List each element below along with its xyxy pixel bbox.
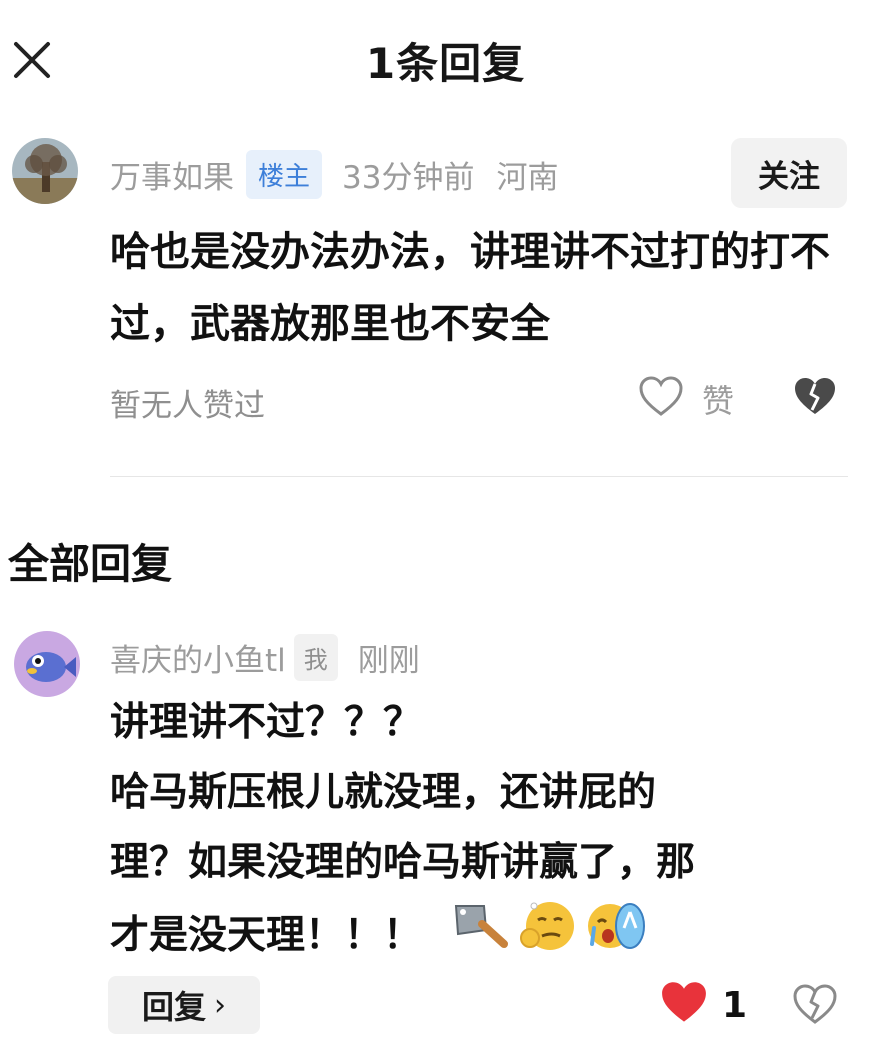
- reply-button[interactable]: 回复 ›: [108, 976, 260, 1034]
- like-button[interactable]: 赞: [638, 376, 734, 422]
- reply-text: 讲理讲不过？？？ 哈马斯压根儿就没理，还讲屁的 理？如果没理的哈马斯讲赢了，那 …: [110, 688, 850, 977]
- username[interactable]: 喜庆的小鱼tl: [110, 635, 286, 680]
- heart-outline-icon: [638, 376, 684, 422]
- owner-badge: 楼主: [246, 149, 323, 199]
- reply-meta: 喜庆的小鱼tl 我 刚刚: [110, 631, 420, 683]
- emoji-group: [450, 898, 656, 977]
- reply-text-line: 理？如果没理的哈马斯讲赢了，那: [110, 840, 696, 885]
- broken-heart-outline-icon: [792, 984, 838, 1030]
- comment-actions: 暂无人赞过 赞: [0, 370, 891, 430]
- divider: [110, 476, 848, 477]
- me-badge: 我: [293, 633, 338, 681]
- smirk-emoji-icon: [516, 898, 580, 977]
- crying-flipflop-emoji-icon: [586, 898, 650, 977]
- likes-status: 暂无人赞过: [110, 388, 265, 424]
- avatar[interactable]: [12, 138, 78, 204]
- like-button[interactable]: 1: [658, 980, 747, 1030]
- like-count: 1: [722, 984, 748, 1026]
- reply-text-line: 才是没天理！！！: [110, 913, 423, 958]
- broken-heart-icon: [792, 378, 838, 422]
- like-label: 赞: [702, 382, 735, 420]
- dislike-button[interactable]: [792, 376, 838, 422]
- avatar[interactable]: [14, 631, 80, 697]
- location: 河南: [496, 159, 559, 196]
- reply-button-label: 回复: [141, 988, 206, 1026]
- heart-filled-icon: [658, 980, 710, 1030]
- follow-button[interactable]: 关注: [731, 138, 847, 208]
- cleaver-emoji-icon: [450, 900, 510, 975]
- reply-text-line: 讲理讲不过？？？: [110, 700, 423, 745]
- dislike-button[interactable]: [792, 984, 838, 1030]
- username[interactable]: 万事如果: [110, 152, 234, 197]
- comment-meta: 万事如果 楼主 33分钟前 河南: [110, 148, 558, 200]
- comment-text: 哈也是没办法办法，讲理讲不过打的打不过，武器放那里也不安全: [110, 229, 830, 347]
- timestamp: 刚刚: [357, 642, 420, 679]
- header-bar: 1条回复: [0, 0, 891, 120]
- section-title: 全部回复: [8, 540, 172, 588]
- chevron-right-icon: ›: [214, 987, 226, 1023]
- page-title: 1条回复: [365, 39, 526, 88]
- reply-actions: 回复 › 1: [0, 970, 891, 1040]
- reply-text-line: 哈马斯压根儿就没理，还讲屁的: [110, 770, 657, 815]
- timestamp: 33分钟前: [342, 159, 475, 196]
- reply-text-line-last: 才是没天理！！！: [110, 898, 850, 977]
